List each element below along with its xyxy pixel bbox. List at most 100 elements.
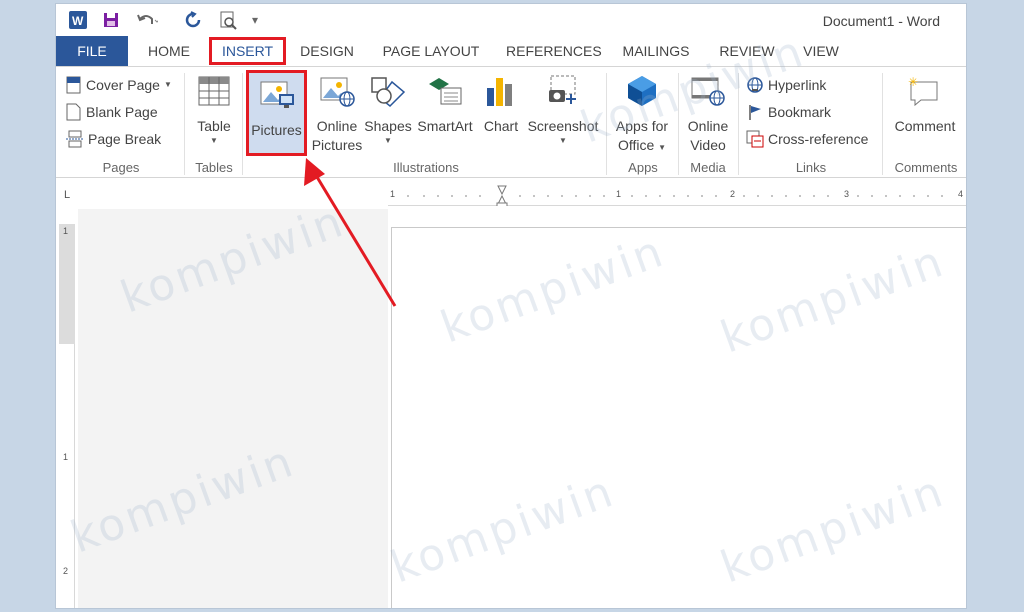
online-pictures-icon xyxy=(319,71,355,111)
redo-icon[interactable] xyxy=(184,10,202,30)
vertical-ruler[interactable]: 1 1 2 xyxy=(59,224,75,608)
group-divider xyxy=(882,73,883,175)
bookmark-icon xyxy=(749,105,761,120)
pictures-label: Pictures xyxy=(251,122,302,138)
cross-reference-button[interactable]: Cross-reference xyxy=(746,127,868,151)
customize-qa-icon[interactable]: ▾ xyxy=(252,10,258,30)
group-divider xyxy=(678,73,679,175)
chart-label: Chart xyxy=(483,118,519,134)
group-divider xyxy=(184,73,185,175)
chevron-down-icon: ▼ xyxy=(163,80,172,89)
cross-reference-label: Cross-reference xyxy=(768,131,869,147)
table-icon xyxy=(196,71,232,111)
window-title: Document1 - Word xyxy=(822,13,940,29)
screenshot-button[interactable]: Screenshot ▼ xyxy=(526,71,600,146)
chevron-down-icon: ▼ xyxy=(658,143,667,152)
blank-page-label: Blank Page xyxy=(86,104,158,120)
online-pictures-button[interactable]: Online Pictures xyxy=(310,71,364,155)
online-video-button[interactable]: Online Video xyxy=(682,71,734,155)
tab-file[interactable]: FILE xyxy=(56,36,128,66)
group-label-pages: Pages xyxy=(102,160,140,175)
group-divider xyxy=(242,73,243,175)
chart-button[interactable]: Chart xyxy=(478,71,524,136)
smartart-button[interactable]: SmartArt xyxy=(414,71,476,136)
save-icon[interactable] xyxy=(102,10,120,30)
word-logo-icon: W xyxy=(68,10,88,30)
chart-icon xyxy=(483,71,519,111)
undo-icon[interactable] xyxy=(136,10,158,30)
tab-review[interactable]: REVIEW xyxy=(718,36,776,66)
document-area: L 1 1 2 3 4 1 1 2 xyxy=(56,179,966,608)
online-pictures-label-1: Online xyxy=(316,118,358,134)
blank-page-button[interactable]: Blank Page xyxy=(66,100,158,124)
cover-page-label: Cover Page xyxy=(86,77,160,93)
cover-page-icon xyxy=(66,76,81,94)
ruler-margin xyxy=(59,224,75,344)
tab-page-layout[interactable]: PAGE LAYOUT xyxy=(378,36,484,66)
ruler-mark: 4 xyxy=(958,189,964,199)
apps-label-1: Apps for xyxy=(615,118,669,134)
comment-icon: ✳ xyxy=(907,71,943,111)
online-video-label-1: Online xyxy=(687,118,729,134)
group-label-links: Links xyxy=(795,160,827,175)
print-preview-icon[interactable] xyxy=(218,10,238,30)
apps-icon xyxy=(624,71,660,111)
online-pictures-label-2: Pictures xyxy=(311,137,363,153)
comment-button[interactable]: ✳ Comment xyxy=(888,71,962,136)
table-label: Table xyxy=(197,118,231,134)
shapes-icon xyxy=(370,71,406,111)
workspace-background xyxy=(78,209,388,608)
insert-ribbon: Cover Page ▼ Blank Page Page Break Pages… xyxy=(56,66,966,178)
tab-selector[interactable]: L xyxy=(64,189,70,201)
cross-reference-icon xyxy=(746,130,764,148)
online-video-icon xyxy=(690,71,726,111)
tab-design[interactable]: DESIGN xyxy=(296,36,358,66)
bookmark-label: Bookmark xyxy=(768,104,832,120)
cover-page-button[interactable]: Cover Page ▼ xyxy=(66,73,172,97)
pictures-icon xyxy=(259,75,295,115)
group-divider xyxy=(738,73,739,175)
hyperlink-button[interactable]: Hyperlink xyxy=(746,73,826,97)
tab-mailings[interactable]: MAILINGS xyxy=(618,36,694,66)
page-break-button[interactable]: Page Break xyxy=(66,127,161,151)
shapes-button[interactable]: Shapes ▼ xyxy=(364,71,412,146)
tab-references[interactable]: REFERENCES xyxy=(506,36,602,66)
tab-insert[interactable]: INSERT xyxy=(209,37,286,65)
group-label-tables: Tables xyxy=(195,160,233,175)
ruler-mark: 1 xyxy=(390,189,396,199)
apps-for-office-button[interactable]: Apps for Office ▼ xyxy=(610,71,674,155)
comment-label: Comment xyxy=(894,118,956,134)
ruler-ticks xyxy=(388,185,966,208)
group-label-illustrations: Illustrations xyxy=(393,160,459,175)
group-label-apps: Apps xyxy=(628,160,658,175)
horizontal-ruler[interactable]: 1 1 2 3 4 xyxy=(388,184,966,208)
ruler-mark: 3 xyxy=(844,189,850,199)
table-button[interactable]: Table ▼ xyxy=(192,71,236,146)
blank-page-icon xyxy=(66,103,81,121)
apps-label-2: Office ▼ xyxy=(618,136,666,155)
group-label-comments: Comments xyxy=(894,160,958,175)
screenshot-icon xyxy=(545,71,581,111)
document-page[interactable] xyxy=(391,227,966,608)
pictures-button[interactable]: Pictures xyxy=(246,70,307,156)
shapes-label: Shapes xyxy=(364,118,412,134)
group-label-media: Media xyxy=(690,160,726,175)
hyperlink-icon xyxy=(747,77,763,93)
tab-view[interactable]: VIEW xyxy=(798,36,844,66)
group-divider xyxy=(606,73,607,175)
ruler-mark: 1 xyxy=(616,189,622,199)
smartart-label: SmartArt xyxy=(417,118,473,134)
apps-label-2-text: Office xyxy=(617,137,655,153)
chevron-down-icon: ▼ xyxy=(384,136,392,145)
bookmark-button[interactable]: Bookmark xyxy=(746,100,831,124)
chevron-down-icon: ▼ xyxy=(559,136,567,145)
ruler-mark: 2 xyxy=(730,189,736,199)
word-window: W ▾ Document1 - Word FILE HOME INSERT DE… xyxy=(55,3,967,609)
svg-text:W: W xyxy=(72,14,84,28)
ribbon-tabs: FILE HOME INSERT DESIGN PAGE LAYOUT REFE… xyxy=(56,36,966,66)
screenshot-label: Screenshot xyxy=(527,118,599,134)
online-video-label-2: Video xyxy=(690,137,726,153)
ruler-mark: 1 xyxy=(63,452,69,462)
svg-text:✳: ✳ xyxy=(908,75,918,89)
tab-home[interactable]: HOME xyxy=(138,36,200,66)
